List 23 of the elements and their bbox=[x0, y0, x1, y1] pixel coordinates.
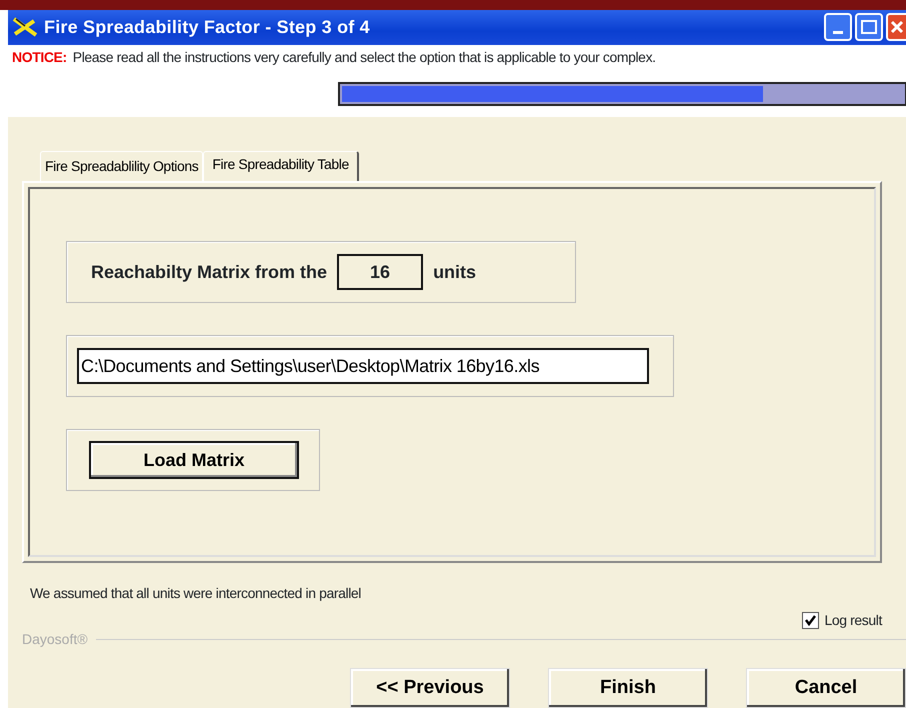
wizard-button[interactable]: Cancel bbox=[746, 668, 906, 708]
units-label: units bbox=[433, 260, 476, 284]
log-result-label: Log result bbox=[824, 611, 882, 630]
log-result-checkbox[interactable] bbox=[802, 612, 819, 629]
minimize-button[interactable] bbox=[824, 13, 852, 42]
notice-text: NOTICE: Please read all the instructions very carefully and select the option that is applicable to your complex. bbox=[12, 48, 657, 67]
assumption-text: We assumed that all units were interconnected in parallel bbox=[30, 584, 362, 603]
wizard-button[interactable]: << Previous bbox=[350, 668, 510, 708]
window-title: Fire Spreadability Factor - Step 3 of 4 bbox=[44, 16, 370, 39]
app-icon bbox=[12, 16, 38, 38]
file-path-field[interactable]: C:\Documents and Settings\user\Desktop\Matrix 16by16.xls bbox=[77, 348, 649, 384]
close-icon bbox=[890, 20, 904, 34]
load-matrix-button[interactable]: Load Matrix bbox=[89, 441, 299, 479]
wizard-button[interactable]: Finish bbox=[548, 668, 708, 708]
maximize-icon bbox=[861, 20, 877, 34]
tab[interactable]: Fire Spreadablility Options bbox=[40, 151, 204, 181]
brand-label: Dayosoft® bbox=[22, 630, 88, 649]
minimize-icon bbox=[833, 30, 843, 34]
close-button[interactable] bbox=[886, 13, 906, 42]
matrix-label: Reachabilty Matrix from the bbox=[91, 260, 328, 284]
tab[interactable]: Fire Spreadability Table bbox=[203, 151, 359, 181]
units-field[interactable]: 16 bbox=[337, 254, 424, 290]
maximize-button[interactable] bbox=[855, 13, 883, 42]
